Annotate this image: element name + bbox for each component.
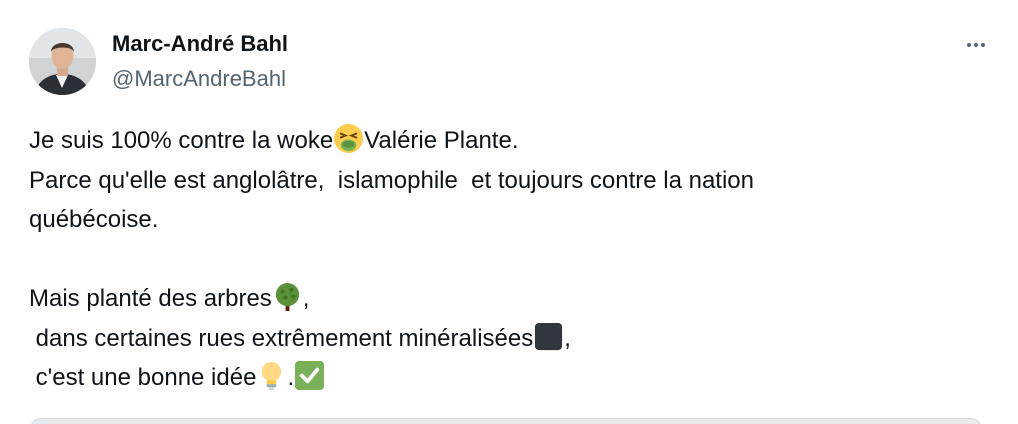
- more-options-icon-dot: [981, 43, 985, 47]
- nauseated-face-emoji-icon: [334, 123, 364, 154]
- tweet-text-segment: dans certaines rues extrêmement minérali…: [29, 324, 534, 352]
- tweet-card: Marc-André Bahl @MarcAndreBahl Je suis 1…: [0, 0, 1018, 424]
- tweet-line: Je suis 100% contre la woke Valérie Plant…: [29, 121, 969, 161]
- more-options-icon-dot: [974, 43, 978, 47]
- tree-emoji-icon: [275, 282, 299, 312]
- tweet-text-segment: c'est une bonne idée: [29, 364, 257, 391]
- tweet-text-segment: .: [287, 364, 295, 391]
- tweet-line: québécoise.: [29, 206, 159, 233]
- check-mark-emoji-icon: [295, 360, 325, 391]
- tweet-text: Je suis 100% contre la woke Valérie Plant…: [29, 121, 969, 398]
- tweet-line: dans certaines rues extrêmement minérali…: [29, 319, 969, 359]
- tweet-line: c'est une bonne idée.: [29, 358, 969, 398]
- author-handle[interactable]: @MarcAndreBahl: [112, 66, 286, 92]
- black-square-emoji-icon: [535, 322, 563, 350]
- tweet-text-segment: Je suis 100% contre la woke: [29, 127, 334, 154]
- tweet-text-segment: ,: [302, 285, 310, 312]
- more-options-icon: [967, 43, 971, 47]
- avatar[interactable]: [29, 28, 96, 95]
- more-options-button[interactable]: [956, 30, 996, 60]
- light-bulb-emoji-icon: [262, 361, 282, 391]
- tweet-text-segment: Valérie Plante.: [364, 127, 519, 154]
- tweet-text-segment: ,: [564, 324, 571, 352]
- media-attachment[interactable]: [30, 418, 982, 424]
- tweet-line: Mais planté des arbres,: [29, 279, 969, 319]
- tweet-line: Parce qu'elle est anglolâtre, islamophil…: [29, 166, 755, 194]
- tweet-text-segment: Mais planté des arbres: [29, 285, 272, 312]
- author-name[interactable]: Marc-André Bahl: [112, 31, 288, 57]
